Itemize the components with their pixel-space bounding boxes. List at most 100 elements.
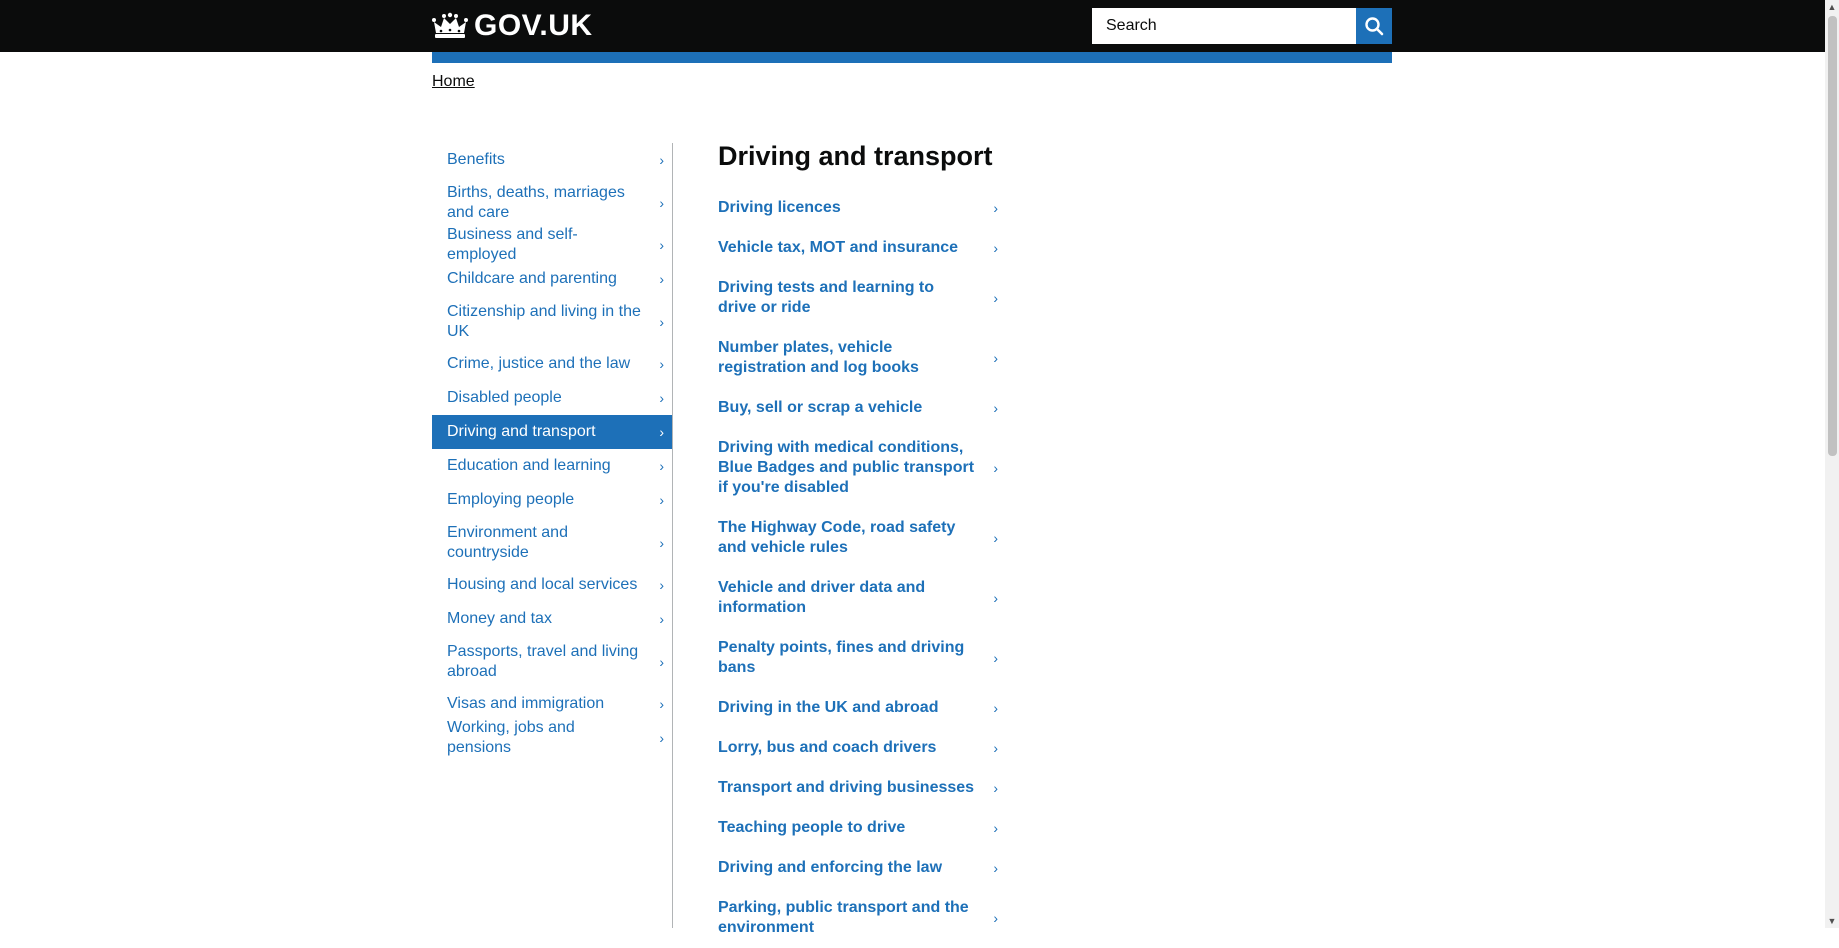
topic-link[interactable]: Vehicle and driver data and information ›	[718, 568, 1000, 628]
chevron-right-icon: ›	[659, 458, 664, 474]
topic-link-label: Vehicle tax, MOT and insurance	[718, 239, 959, 256]
chevron-right-icon: ›	[993, 740, 998, 756]
page-title: Driving and transport	[718, 141, 993, 171]
sidebar-item[interactable]: Working, jobs and pensions ›	[432, 719, 672, 756]
chevron-right-icon: ›	[659, 577, 664, 593]
scroll-thumb[interactable]	[1828, 16, 1837, 456]
chevron-right-icon: ›	[993, 290, 998, 306]
chevron-right-icon: ›	[659, 611, 664, 627]
topic-link-label: Parking, public transport and the enviro…	[718, 899, 969, 936]
topic-link[interactable]: Penalty points, fines and driving bans ›	[718, 628, 1000, 688]
chevron-right-icon: ›	[993, 400, 998, 416]
sidebar-item-label: Driving and transport	[447, 423, 596, 440]
sidebar-item[interactable]: Passports, travel and living abroad ›	[432, 636, 672, 687]
logo-text: GOV.UK	[474, 9, 593, 42]
sidebar-item[interactable]: Housing and local services ›	[432, 568, 672, 602]
sidebar-item[interactable]: Business and self-employed ›	[432, 226, 672, 263]
chevron-right-icon: ›	[659, 534, 664, 551]
sidebar-item[interactable]: Money and tax ›	[432, 602, 672, 636]
sidebar-item-label: Births, deaths, marriages and care	[447, 183, 625, 221]
govuk-logo-link[interactable]: GOV.UK	[432, 9, 593, 43]
sidebar-item-label: Citizenship and living in the UK	[447, 302, 641, 340]
topic-link[interactable]: Buy, sell or scrap a vehicle ›	[718, 388, 1000, 428]
topic-link[interactable]: Parking, public transport and the enviro…	[718, 888, 1000, 948]
sidebar-item-label: Visas and immigration	[447, 695, 605, 712]
sidebar-item[interactable]: Employing people ›	[432, 483, 672, 517]
chevron-right-icon: ›	[993, 820, 998, 836]
sidebar-divider	[672, 143, 673, 928]
topic-link-label: Vehicle and driver data and information	[718, 579, 926, 616]
search-input[interactable]	[1092, 8, 1356, 44]
chevron-right-icon: ›	[659, 152, 664, 168]
sidebar-item-label: Money and tax	[447, 610, 552, 627]
topic-link-label: Lorry, bus and coach drivers	[718, 739, 937, 756]
topic-link-label: Number plates, vehicle registration and …	[718, 339, 919, 376]
sidebar-item-label: Housing and local services	[447, 576, 638, 593]
chevron-right-icon: ›	[659, 356, 664, 372]
breadcrumb: Home	[432, 73, 475, 91]
topic-link-label: Buy, sell or scrap a vehicle	[718, 399, 923, 416]
topic-link[interactable]: Number plates, vehicle registration and …	[718, 328, 1000, 388]
sidebar-item[interactable]: Education and learning ›	[432, 449, 672, 483]
topic-link[interactable]: Vehicle tax, MOT and insurance ›	[718, 228, 1000, 268]
topic-link-label: Teaching people to drive	[718, 819, 906, 836]
sidebar-item[interactable]: Driving and transport ›	[432, 415, 672, 449]
topic-link[interactable]: Driving tests and learning to drive or r…	[718, 268, 1000, 328]
site-header: GOV.UK	[0, 0, 1825, 52]
scroll-up-arrow-icon[interactable]: ▲	[1825, 0, 1839, 14]
sidebar-item[interactable]: Crime, justice and the law ›	[432, 347, 672, 381]
topic-link[interactable]: Teaching people to drive ›	[718, 808, 1000, 848]
sidebar-item[interactable]: Visas and immigration ›	[432, 687, 672, 721]
topic-link[interactable]: Driving in the UK and abroad ›	[718, 688, 1000, 728]
sidebar-item[interactable]: Citizenship and living in the UK ›	[432, 296, 672, 347]
topic-link-label: Driving with medical conditions, Blue Ba…	[718, 439, 975, 496]
sidebar-item-label: Benefits	[447, 151, 505, 168]
chevron-right-icon: ›	[993, 910, 998, 926]
topic-link[interactable]: Transport and driving businesses ›	[718, 768, 1000, 808]
topic-link-label: Driving and enforcing the law	[718, 859, 943, 876]
topic-link-label: Driving licences	[718, 199, 841, 216]
sidebar-item-label: Employing people	[447, 491, 575, 508]
topic-link-label: Transport and driving businesses	[718, 779, 975, 796]
sidebar-item-label: Environment and countryside	[447, 523, 568, 561]
chevron-right-icon: ›	[993, 780, 998, 796]
chevron-right-icon: ›	[993, 240, 998, 256]
chevron-right-icon: ›	[993, 650, 998, 666]
chevron-right-icon: ›	[659, 696, 664, 712]
breadcrumb-home-link[interactable]: Home	[432, 73, 475, 90]
chevron-right-icon: ›	[659, 492, 664, 508]
scrollbar[interactable]: ▲ ▼	[1825, 0, 1839, 928]
sidebar-item-label: Crime, justice and the law	[447, 355, 631, 372]
sidebar-nav: Benefits › Births, deaths, marriages and c…	[432, 143, 672, 756]
topic-link-label: The Highway Code, road safety and vehicl…	[718, 519, 956, 556]
topic-link[interactable]: The Highway Code, road safety and vehicl…	[718, 508, 1000, 568]
topic-link[interactable]: Driving licences ›	[718, 188, 1000, 228]
topic-link[interactable]: Driving with medical conditions, Blue Ba…	[718, 428, 1000, 508]
chevron-right-icon: ›	[659, 424, 664, 440]
sidebar-item-label: Working, jobs and pensions	[447, 719, 575, 756]
sidebar-item[interactable]: Births, deaths, marriages and care ›	[432, 177, 672, 228]
chevron-right-icon: ›	[659, 730, 664, 746]
chevron-right-icon: ›	[993, 350, 998, 366]
chevron-right-icon: ›	[993, 700, 998, 716]
topic-link-label: Driving in the UK and abroad	[718, 699, 939, 716]
chevron-right-icon: ›	[993, 590, 998, 606]
chevron-right-icon: ›	[659, 237, 664, 253]
topic-link[interactable]: Driving and enforcing the law ›	[718, 848, 1000, 888]
search-button[interactable]	[1356, 8, 1392, 44]
sidebar-item[interactable]: Benefits ›	[432, 143, 672, 177]
crown-icon	[432, 12, 468, 38]
topic-link-label: Penalty points, fines and driving bans	[718, 639, 965, 676]
sidebar-item[interactable]: Disabled people ›	[432, 381, 672, 415]
sidebar-item-label: Passports, travel and living abroad	[447, 642, 639, 680]
chevron-right-icon: ›	[659, 653, 664, 670]
main-content: Driving and transport	[718, 140, 1000, 172]
topic-link[interactable]: Lorry, bus and coach drivers ›	[718, 728, 1000, 768]
scroll-down-arrow-icon[interactable]: ▼	[1825, 914, 1839, 928]
sidebar-item[interactable]: Childcare and parenting ›	[432, 262, 672, 296]
search-icon	[1365, 17, 1384, 36]
chevron-right-icon: ›	[659, 271, 664, 287]
topic-list: Driving licences › Vehicle tax, MOT and in…	[718, 188, 1000, 948]
sidebar-item[interactable]: Environment and countryside ›	[432, 517, 672, 568]
chevron-right-icon: ›	[659, 313, 664, 330]
